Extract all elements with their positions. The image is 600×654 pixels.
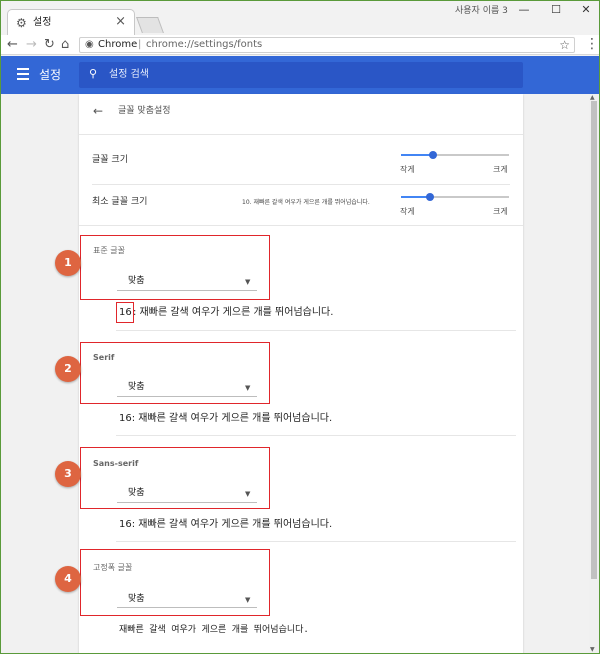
scrollbar-thumb[interactable]: [591, 101, 597, 579]
tab-title: 설정: [33, 17, 52, 28]
address-separator: |: [138, 39, 142, 50]
annotation-badge-4: 4: [55, 566, 81, 592]
divider: [79, 134, 523, 135]
address-origin: Chrome: [98, 39, 138, 50]
back-icon[interactable]: ←: [7, 36, 18, 54]
new-tab-button[interactable]: [136, 17, 164, 33]
annotation-badge-3: 3: [55, 461, 81, 487]
monospace-font-select[interactable]: 맞춤: [128, 593, 145, 605]
select-underline: [117, 396, 257, 397]
select-underline: [117, 290, 257, 291]
standard-font-label: 표준 글꼴: [93, 246, 125, 255]
serif-font-select[interactable]: 맞춤: [128, 381, 145, 393]
annotation-badge-1: 1: [55, 250, 81, 276]
forward-icon[interactable]: →: [26, 36, 37, 54]
home-icon[interactable]: ⌂: [61, 36, 69, 54]
page-title: 글꼴 맞춤설정: [118, 106, 171, 116]
chevron-down-icon[interactable]: ▼: [245, 384, 250, 393]
min-font-size-label: 최소 글꼴 크기: [92, 197, 148, 207]
reload-icon[interactable]: ↻: [44, 36, 55, 54]
menu-icon[interactable]: [17, 68, 29, 80]
back-arrow-icon[interactable]: ←: [93, 104, 103, 118]
gear-icon: ⚙: [16, 16, 27, 30]
settings-search-input[interactable]: ⚲ 설정 검색: [79, 62, 523, 88]
browser-window: ⚙ 설정 × 사용자 이름 3 — ☐ ✕ ← → ↻ ⌂ ◉ Chrome |…: [0, 0, 600, 654]
title-bar: ⚙ 설정 × 사용자 이름 3 — ☐ ✕: [1, 1, 599, 35]
sans-serif-font-sample: 16: 재빠른 갈색 여우가 게으른 개를 뛰어넘습니다.: [119, 519, 333, 530]
min-font-size-sample: 10. 재빠른 갈색 여우가 게으른 개를 뛰어넘습니다.: [242, 199, 370, 206]
font-size-label: 글꼴 크기: [92, 155, 128, 165]
font-size-min-label: 작게: [400, 165, 415, 174]
sans-serif-font-label: Sans-serif: [93, 459, 139, 468]
browser-toolbar: ← → ↻ ⌂ ◉ Chrome | chrome://settings/fon…: [1, 35, 599, 55]
divider: [79, 225, 523, 226]
chevron-down-icon[interactable]: ▼: [245, 490, 250, 499]
tab-settings[interactable]: ⚙ 설정 ×: [7, 9, 135, 35]
user-name[interactable]: 사용자 이름 3: [455, 5, 508, 17]
min-font-size-max-label: 크게: [493, 207, 508, 216]
address-bar[interactable]: ◉ Chrome | chrome://settings/fonts ☆: [79, 37, 575, 53]
annotation-box-3: [80, 447, 270, 509]
select-underline: [117, 607, 257, 608]
divider: [92, 184, 510, 185]
monospace-font-sample: 재빠른 갈색 여우가 게으른 개를 뛰어넘습니다.: [119, 625, 309, 635]
address-url: chrome://settings/fonts: [146, 39, 263, 50]
standard-font-sample: : 재빠른 갈색 여우가 게으른 개를 뛰어넘습니다.: [133, 307, 334, 318]
font-size-slider-knob[interactable]: [429, 151, 437, 159]
settings-header: 설정 ⚲ 설정 검색: [1, 56, 599, 94]
annotation-badge-2: 2: [55, 356, 81, 382]
chevron-down-icon[interactable]: ▼: [245, 278, 250, 287]
min-font-size-slider[interactable]: [401, 193, 509, 201]
monospace-font-label: 고정폭 글꼴: [93, 563, 133, 572]
search-placeholder: 설정 검색: [109, 69, 149, 80]
min-font-size-min-label: 작게: [400, 207, 415, 216]
min-font-size-slider-knob[interactable]: [426, 193, 434, 201]
annotation-box-4: [80, 549, 270, 616]
scroll-down-icon[interactable]: ▼: [590, 646, 595, 653]
font-size-max-label: 크게: [493, 165, 508, 174]
minimize-icon[interactable]: —: [509, 1, 539, 19]
divider: [116, 330, 516, 331]
bookmark-star-icon[interactable]: ☆: [559, 38, 570, 52]
search-icon: ⚲: [89, 67, 98, 80]
browser-menu-icon[interactable]: ⋮: [585, 37, 599, 51]
standard-font-select[interactable]: 맞춤: [128, 275, 145, 287]
divider: [116, 435, 516, 436]
maximize-icon[interactable]: ☐: [541, 1, 571, 19]
serif-font-sample: 16: 재빠른 갈색 여우가 게으른 개를 뛰어넘습니다.: [119, 413, 333, 424]
serif-font-label: Serif: [93, 353, 115, 362]
close-tab-icon[interactable]: ×: [115, 15, 126, 29]
select-underline: [117, 502, 257, 503]
divider: [116, 541, 516, 542]
sans-serif-font-select[interactable]: 맞춤: [128, 487, 145, 499]
font-size-slider[interactable]: [401, 151, 509, 159]
chevron-down-icon[interactable]: ▼: [245, 596, 250, 605]
settings-title: 설정: [39, 68, 62, 82]
chrome-page-icon: ◉: [85, 39, 94, 50]
close-window-icon[interactable]: ✕: [571, 1, 599, 19]
standard-font-size: 16: [119, 307, 132, 318]
scroll-up-icon[interactable]: ▲: [590, 94, 595, 102]
